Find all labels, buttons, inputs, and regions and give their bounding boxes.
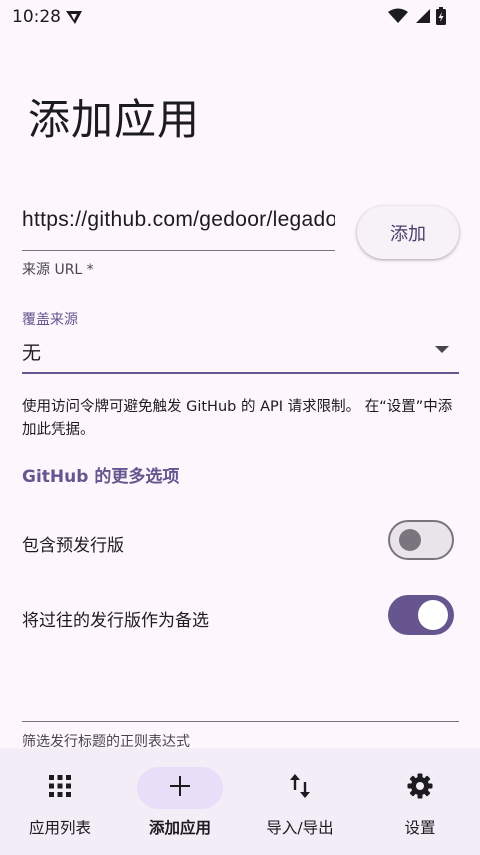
app-notification-icon bbox=[65, 9, 83, 29]
source-url-value[interactable]: https://github.com/gedoor/legado bbox=[22, 204, 335, 236]
setting-label-prerelease: 包含预发行版 bbox=[22, 536, 124, 556]
setting-row-prerelease[interactable]: 包含预发行版 bbox=[22, 520, 458, 564]
battery-charging-icon bbox=[436, 7, 446, 29]
nav-icon-container bbox=[377, 767, 463, 809]
status-bar: 10:28 bbox=[0, 0, 480, 34]
nav-icon-container bbox=[137, 767, 223, 809]
signal-icon bbox=[414, 8, 430, 28]
override-source-dropdown[interactable]: 无 bbox=[22, 334, 459, 374]
apps-grid-icon bbox=[49, 775, 71, 801]
toggle-knob bbox=[418, 600, 448, 630]
nav-item-add-app[interactable]: 添加应用 bbox=[120, 748, 240, 855]
source-url-input[interactable]: https://github.com/gedoor/legado bbox=[22, 204, 335, 251]
dropdown-arrow-icon[interactable] bbox=[435, 346, 449, 353]
setting-label-fallback: 将过往的发行版作为备选 bbox=[22, 611, 209, 631]
plus-icon bbox=[170, 776, 190, 800]
setting-row-fallback[interactable]: 将过往的发行版作为备选 bbox=[22, 595, 458, 639]
nav-label: 应用列表 bbox=[28, 819, 91, 837]
fallback-toggle[interactable] bbox=[388, 595, 454, 635]
add-button[interactable]: 添加 bbox=[357, 206, 459, 259]
nav-label: 设置 bbox=[404, 819, 436, 837]
nav-icon-container bbox=[257, 767, 343, 809]
nav-item-app-list[interactable]: 应用列表 bbox=[0, 748, 120, 855]
nav-label: 导入/导出 bbox=[266, 819, 334, 837]
nav-item-settings[interactable]: 设置 bbox=[360, 748, 480, 855]
access-token-info: 使用访问令牌可避免触发 GitHub 的 API 请求限制。 在“设置”中添加此… bbox=[22, 399, 453, 438]
release-title-regex-input[interactable] bbox=[22, 680, 459, 722]
github-options-title: GitHub 的更多选项 bbox=[22, 467, 180, 487]
bottom-navigation: 应用列表 添加应用 导入/导出 设置 bbox=[0, 748, 480, 855]
status-time: 10:28 bbox=[12, 7, 61, 27]
nav-label: 添加应用 bbox=[148, 819, 211, 837]
override-source-label: 覆盖来源 bbox=[22, 312, 78, 328]
gear-icon bbox=[407, 773, 433, 803]
override-source-value: 无 bbox=[22, 342, 42, 364]
source-url-helper: 来源 URL * bbox=[22, 262, 94, 278]
nav-icon-container bbox=[17, 767, 103, 809]
status-icons bbox=[388, 7, 446, 29]
wifi-icon bbox=[388, 8, 408, 28]
prerelease-toggle[interactable] bbox=[388, 520, 454, 560]
nav-item-import-export[interactable]: 导入/导出 bbox=[240, 748, 360, 855]
page-title: 添加应用 bbox=[28, 95, 201, 144]
toggle-knob bbox=[399, 529, 421, 551]
swap-vertical-icon bbox=[289, 774, 311, 802]
